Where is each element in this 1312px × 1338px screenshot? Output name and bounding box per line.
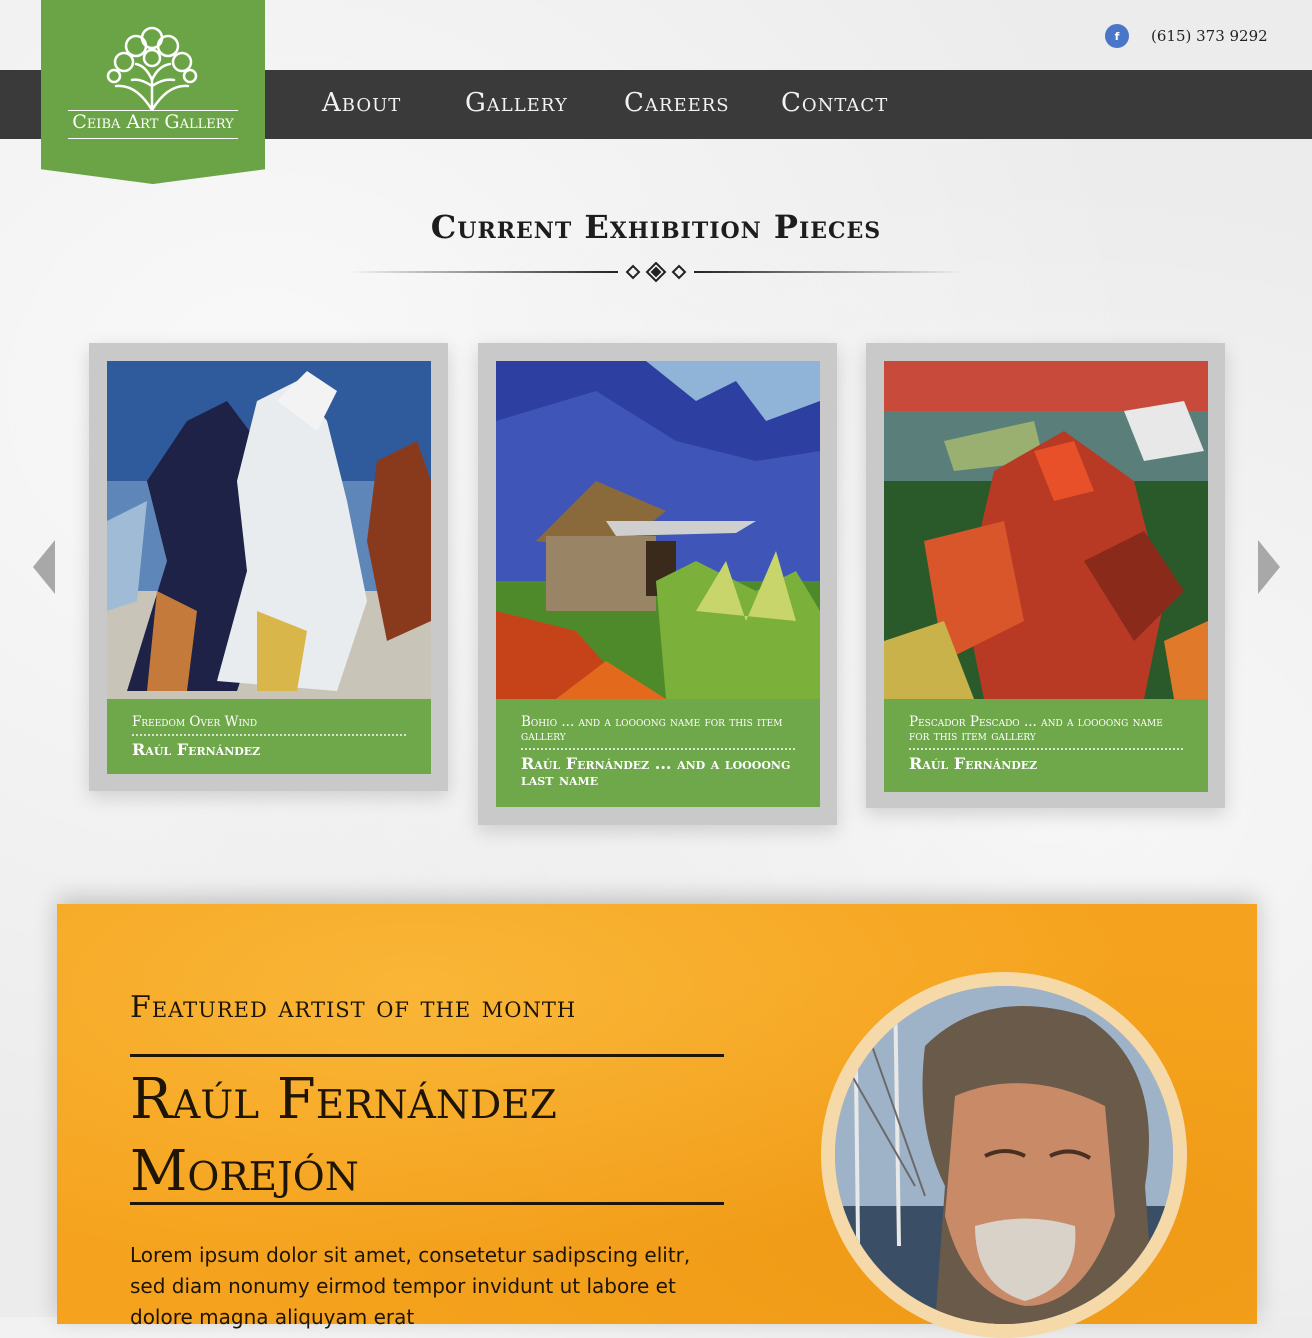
featured-rule-bottom — [130, 1202, 724, 1205]
featured-label: Featured artist of the month — [130, 990, 577, 1025]
card-caption: Freedom Over Wind Raúl Fernández — [107, 699, 431, 774]
exhibition-card[interactable]: Freedom Over Wind Raúl Fernández — [89, 343, 448, 791]
dotted-rule — [132, 734, 406, 736]
logo-rule-bottom — [68, 138, 238, 139]
nav-gallery[interactable]: Gallery — [465, 88, 568, 118]
featured-artist-section: Featured artist of the month Raúl Fernán… — [57, 904, 1257, 1338]
card-artist: Raúl Fernández ... and a loooong last na… — [521, 754, 791, 789]
facebook-icon[interactable]: f — [1105, 24, 1129, 48]
section-title: Current Exhibition Pieces — [430, 208, 882, 246]
artist-name-line1: Raúl Fernández — [130, 1067, 557, 1132]
dotted-rule — [521, 748, 795, 750]
featured-bio: Lorem ipsum dolor sit amet, consetetur s… — [130, 1243, 691, 1329]
artist-name-line2: Morejón — [130, 1139, 359, 1204]
nav-careers[interactable]: Careers — [624, 88, 730, 118]
card-caption: Bohio ... and a loooong name for this it… — [496, 699, 820, 807]
phone-number: (615) 373 9292 — [1151, 27, 1268, 45]
card-title: Freedom Over Wind — [132, 714, 258, 730]
logo-text: Ceiba Art Gallery — [72, 111, 234, 133]
painting-horses[interactable] — [107, 361, 431, 699]
ornament-divider — [348, 262, 964, 282]
card-title: Pescador Pescado ... and a loooong name … — [909, 714, 1163, 744]
carousel-prev-arrow-icon[interactable] — [33, 540, 55, 594]
nav-about[interactable]: About — [322, 88, 401, 118]
gallery-logo[interactable]: Ceiba Art Gallery — [41, 0, 265, 184]
exhibition-card[interactable]: Bohio ... and a loooong name for this it… — [478, 343, 837, 825]
dotted-rule — [909, 748, 1183, 750]
artist-portrait-frame — [821, 972, 1187, 1338]
card-artist: Raúl Fernández — [132, 740, 261, 759]
ceiba-tree-icon — [106, 26, 198, 110]
nav-contact[interactable]: Contact — [781, 88, 888, 118]
card-artist: Raúl Fernández — [909, 754, 1038, 773]
featured-artist-name: Raúl Fernández Morejón — [130, 1064, 557, 1208]
card-title: Bohio ... and a loooong name for this it… — [521, 714, 783, 744]
carousel-next-arrow-icon[interactable] — [1258, 540, 1280, 594]
painting-bohio[interactable] — [496, 361, 820, 699]
artist-portrait — [835, 986, 1173, 1324]
featured-rule-top — [130, 1054, 724, 1057]
card-caption: Pescador Pescado ... and a loooong name … — [884, 699, 1208, 792]
exhibition-card[interactable]: Pescador Pescado ... and a loooong name … — [866, 343, 1225, 808]
painting-pescador[interactable] — [884, 361, 1208, 699]
